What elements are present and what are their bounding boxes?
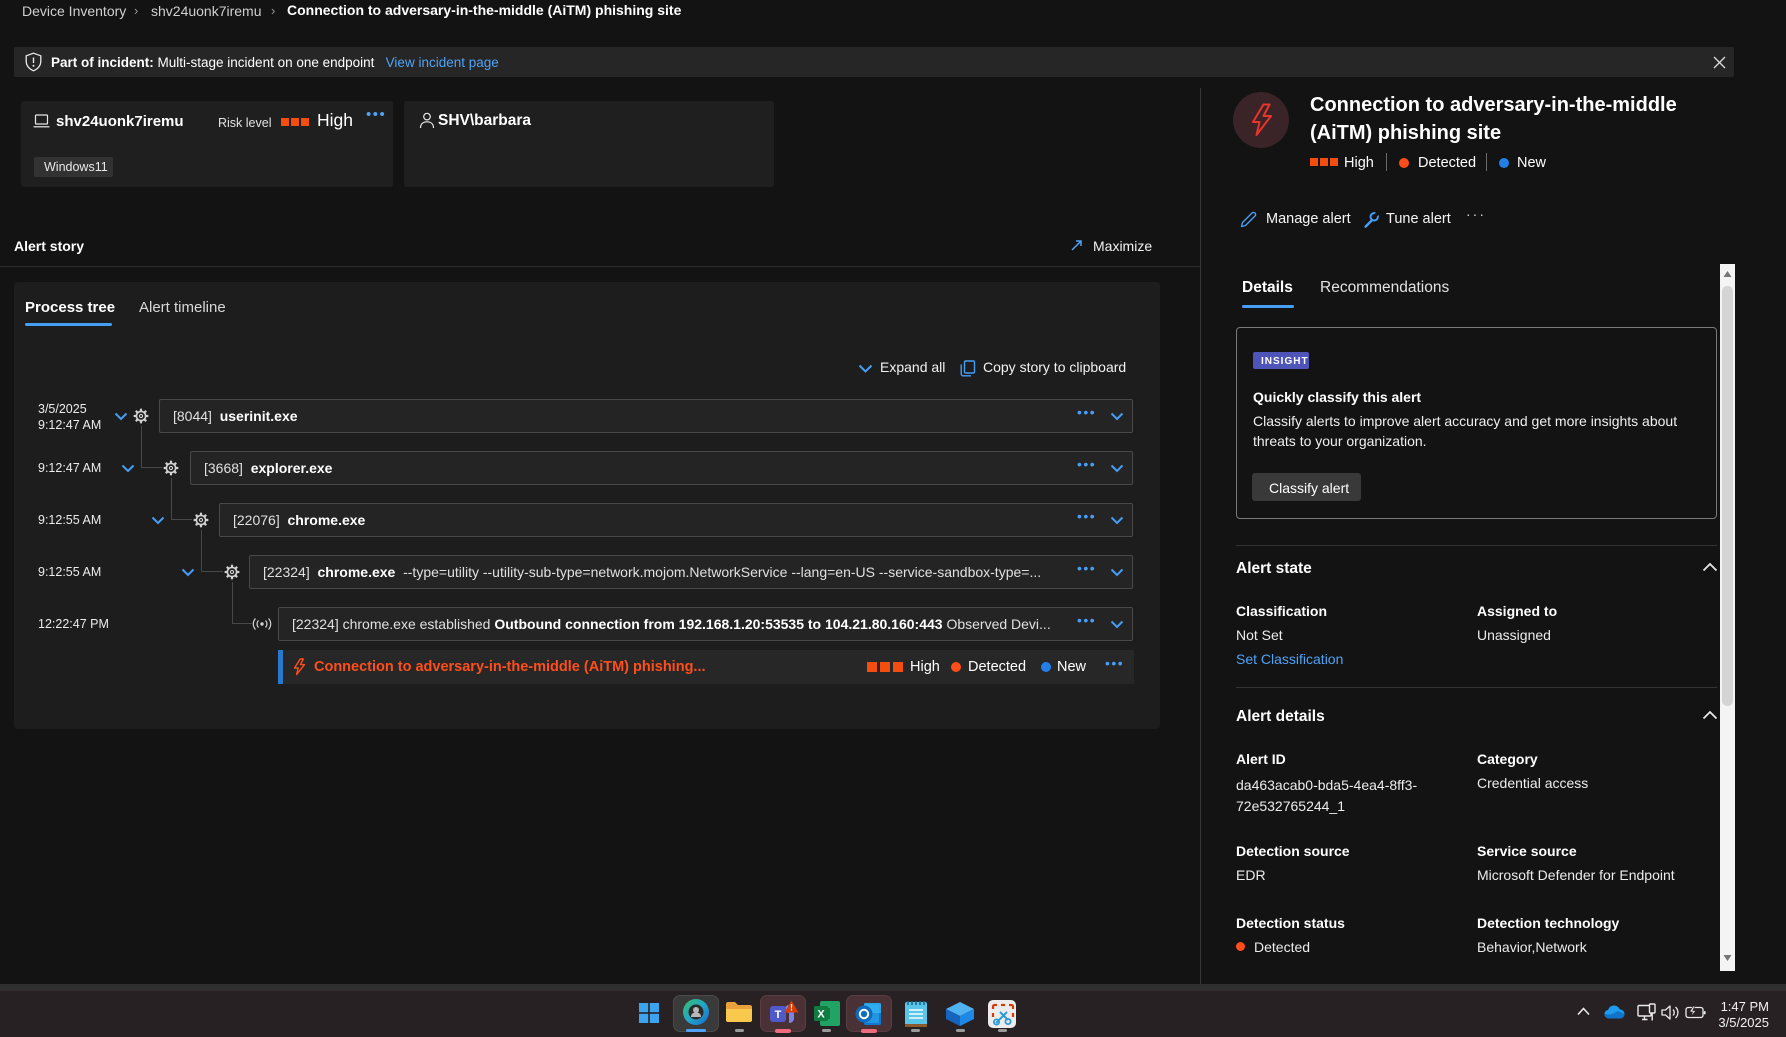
svg-text:!: ! [790,1003,793,1013]
svg-text:X: X [817,1009,825,1021]
svg-text:T: T [775,1009,782,1021]
